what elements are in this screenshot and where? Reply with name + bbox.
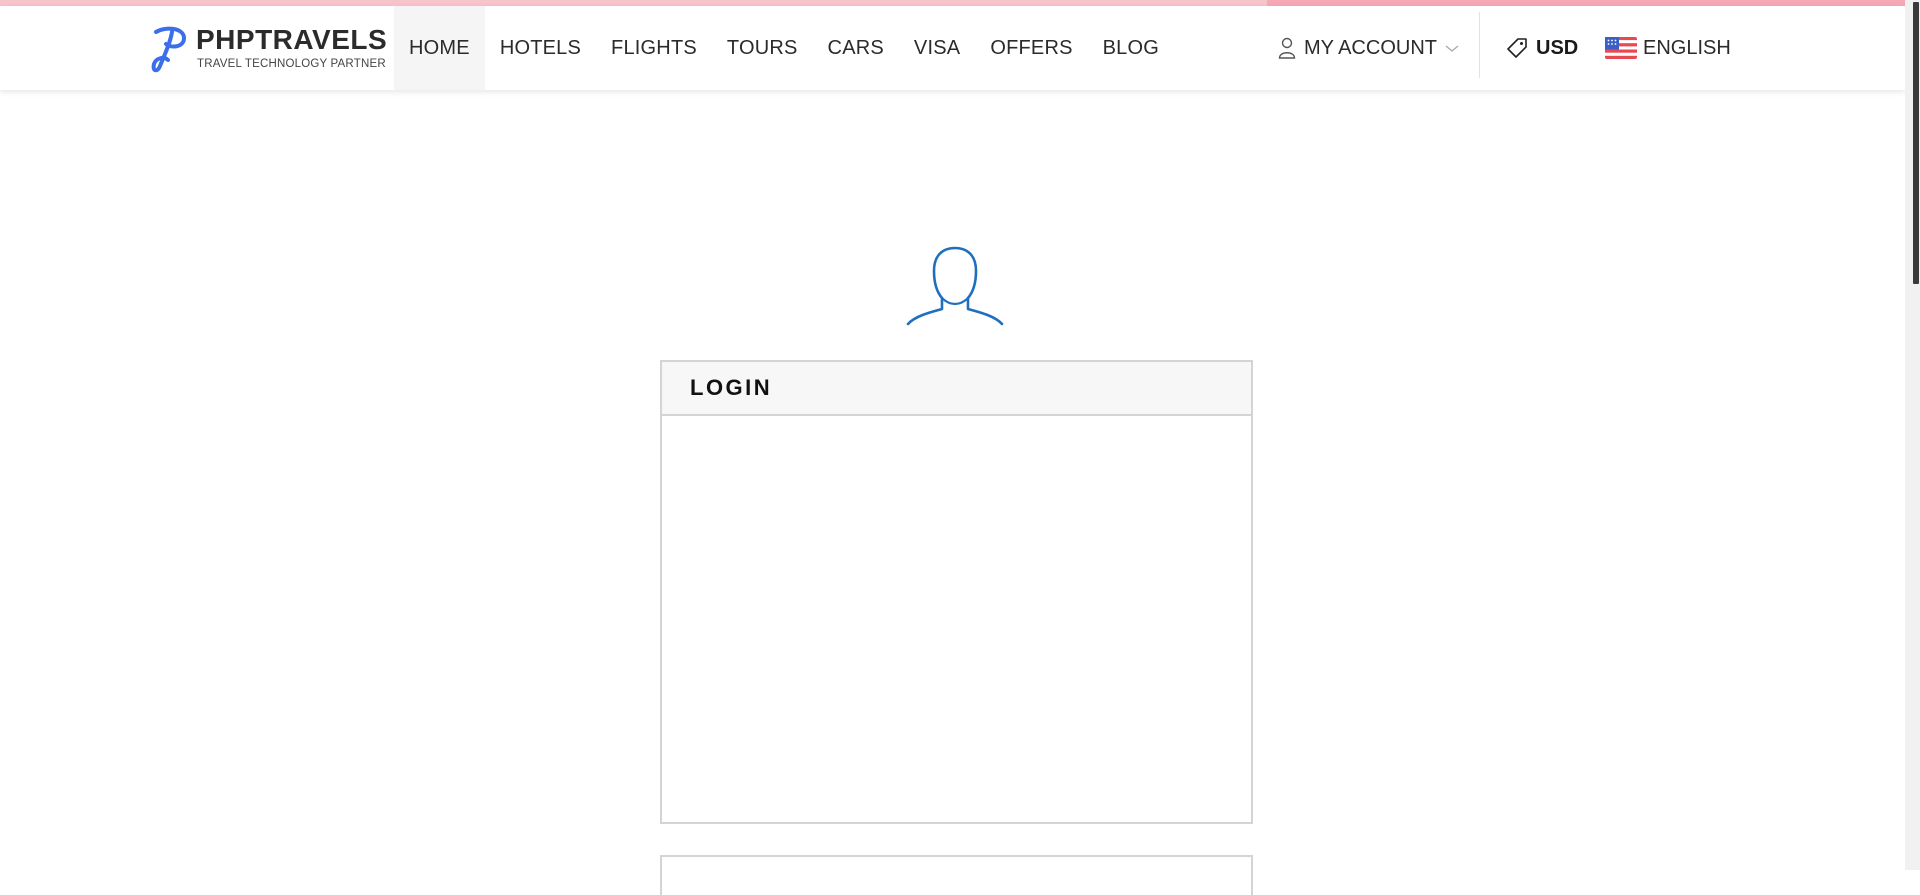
nav-item-cars[interactable]: CARS (813, 6, 899, 90)
language-selector[interactable]: ENGLISH (1605, 6, 1731, 90)
currency-label: USD (1536, 36, 1579, 59)
nav-item-home[interactable]: HOME (394, 6, 485, 90)
login-panel-title: LOGIN (662, 362, 1251, 416)
login-panel: LOGIN (660, 360, 1253, 824)
nav-item-offers[interactable]: OFFERS (975, 6, 1087, 90)
nav-item-hotels[interactable]: HOTELS (485, 6, 596, 90)
nav-item-visa[interactable]: VISA (899, 6, 975, 90)
nav-item-flights[interactable]: FLIGHTS (596, 6, 712, 90)
my-account-dropdown[interactable]: MY ACCOUNT (1278, 6, 1459, 90)
site-logo[interactable]: PHPTRAVELS TRAVEL TECHNOLOGY PARTNER (150, 20, 387, 76)
us-flag-icon (1605, 37, 1637, 59)
site-header: PHPTRAVELS TRAVEL TECHNOLOGY PARTNER HOM… (0, 6, 1905, 90)
secondary-panel (660, 855, 1253, 895)
user-silhouette-icon (906, 246, 1004, 326)
scrollbar-thumb[interactable] (1913, 2, 1919, 284)
language-label: ENGLISH (1643, 36, 1731, 59)
nav-item-tours[interactable]: TOURS (712, 6, 813, 90)
nav-item-blog[interactable]: BLOG (1088, 6, 1174, 90)
logo-tagline: TRAVEL TECHNOLOGY PARTNER (197, 58, 386, 70)
user-icon (1278, 37, 1296, 59)
main-nav: HOME HOTELS FLIGHTS TOURS CARS VISA OFFE… (394, 6, 1174, 90)
logo-brand-text: PHPTRAVELS (196, 24, 388, 55)
tag-icon (1506, 37, 1528, 59)
chevron-down-icon (1445, 43, 1459, 53)
currency-selector[interactable]: USD (1506, 6, 1578, 90)
header-divider (1479, 12, 1480, 78)
my-account-label: MY ACCOUNT (1304, 36, 1437, 59)
page-scrollbar[interactable] (1905, 0, 1920, 870)
phptravels-logo-icon (151, 26, 187, 73)
